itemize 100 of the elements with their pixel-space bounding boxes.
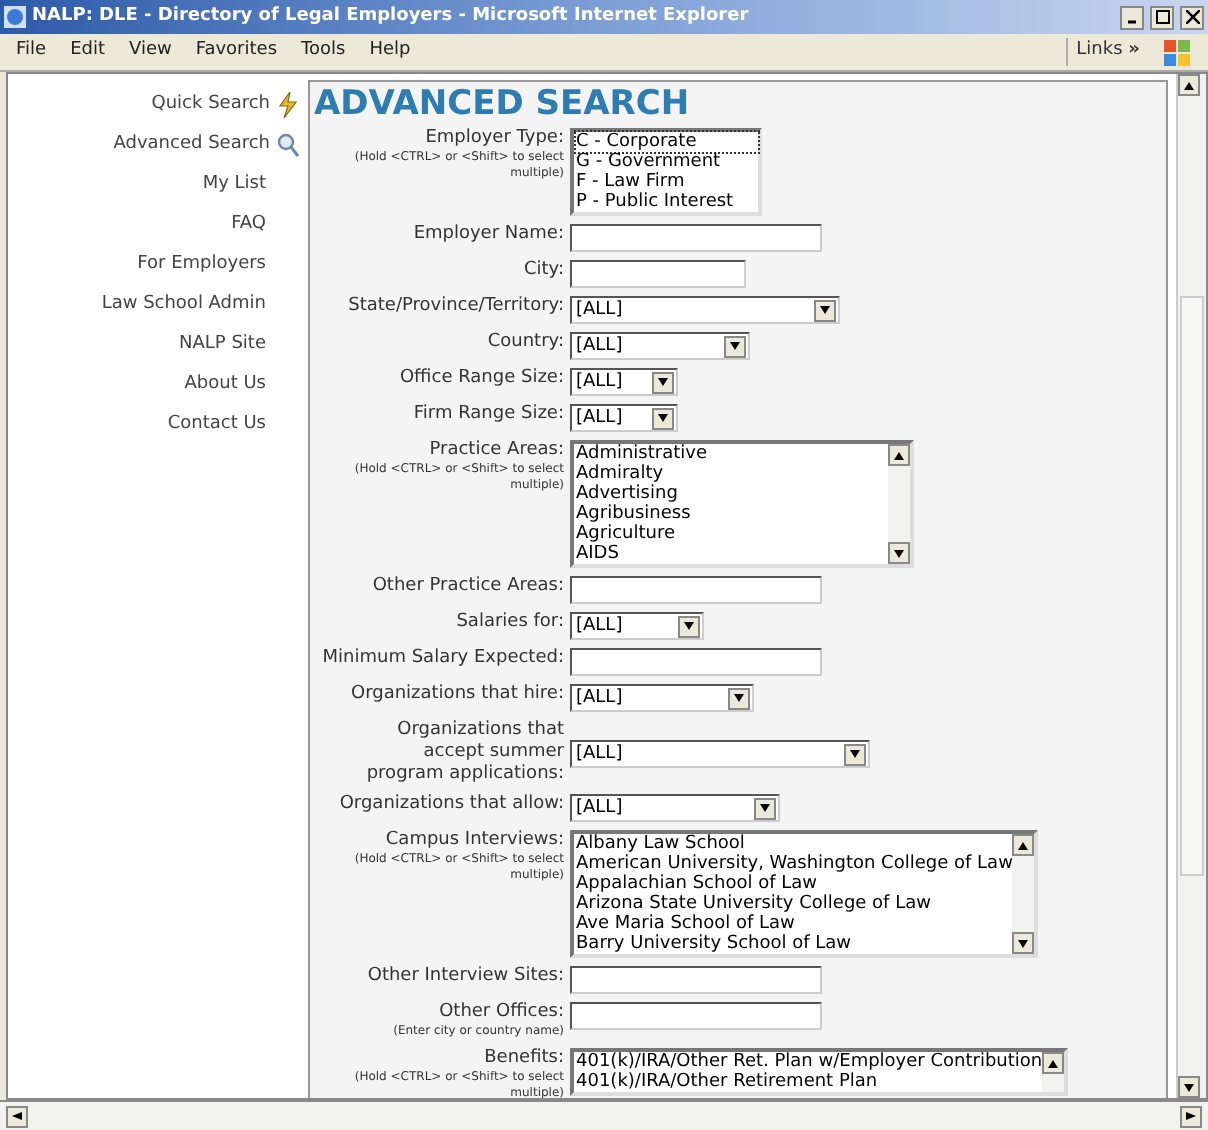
- scroll-arrow-button[interactable]: [652, 371, 674, 393]
- links-button[interactable]: Links »: [1066, 38, 1140, 66]
- list-option[interactable]: Agribusiness: [576, 504, 888, 524]
- scroll-arrow-button[interactable]: [678, 615, 700, 637]
- maximize-button[interactable]: [1150, 5, 1174, 29]
- sidebar-link[interactable]: FAQ: [231, 214, 300, 236]
- sidebar-link[interactable]: Quick Search: [151, 94, 300, 116]
- dropdown-field[interactable]: [ALL]: [570, 612, 704, 640]
- list-option[interactable]: Barry University School of Law: [576, 934, 1013, 954]
- menu-item[interactable]: Tools: [301, 38, 346, 66]
- sidebar-link[interactable]: About Us: [184, 374, 300, 396]
- menu-item[interactable]: File: [16, 38, 47, 66]
- sidebar-link[interactable]: Contact Us: [167, 414, 300, 436]
- menu-item[interactable]: Edit: [70, 38, 105, 66]
- list-box[interactable]: Albany Law School American University, Washington College of Law Appalachian School of Law Arizona State University College of Law Ave Maria School of Law Barry University School of Law: [570, 830, 1039, 958]
- text-input-field[interactable]: [570, 224, 822, 252]
- scroll-arrow-button[interactable]: [888, 542, 910, 564]
- right-arrow-icon: [1186, 1112, 1196, 1120]
- text-input-field[interactable]: [570, 260, 746, 288]
- sidebar-link[interactable]: My List: [202, 174, 300, 196]
- lightning-icon: [276, 92, 300, 118]
- list-option[interactable]: Albany Law School: [576, 834, 1013, 854]
- dropdown-field[interactable]: [ALL]: [570, 794, 780, 822]
- scroll-arrow-button[interactable]: [6, 1105, 28, 1127]
- scroll-arrow-button[interactable]: [844, 743, 866, 765]
- list-option[interactable]: Appalachian School of Law: [576, 874, 1013, 894]
- menu-item[interactable]: View: [129, 38, 172, 66]
- field-label: Other Practice Areas:: [372, 576, 564, 598]
- field-label: Minimum Salary Expected:: [322, 648, 564, 670]
- dropdown-field[interactable]: [ALL]: [570, 296, 840, 324]
- sidebar-link[interactable]: Law School Admin: [101, 294, 300, 316]
- horizontal-scrollbar[interactable]: [0, 1100, 1208, 1130]
- scroll-arrow-button[interactable]: [1012, 834, 1035, 856]
- dropdown-field[interactable]: [ALL]: [570, 684, 754, 712]
- list-box[interactable]: Administrative Admiralty Advertising Agribusiness Agriculture AIDS: [570, 440, 914, 568]
- close-icon: [1185, 10, 1199, 24]
- list-scrollbar[interactable]: [1042, 1052, 1065, 1092]
- list-scrollbar[interactable]: [1012, 834, 1035, 954]
- list-option[interactable]: Arizona State University College of Law: [576, 894, 1013, 914]
- scroll-arrow-button[interactable]: [728, 687, 750, 709]
- scroll-arrow-button[interactable]: [888, 444, 910, 466]
- list-option[interactable]: C - Corporate: [576, 132, 758, 152]
- list-option[interactable]: G - Government: [576, 152, 758, 172]
- dropdown-field[interactable]: [ALL]: [570, 404, 678, 432]
- scroll-arrow-button[interactable]: [652, 407, 674, 429]
- scroll-arrow-button[interactable]: [1042, 1052, 1065, 1074]
- text-input-field[interactable]: [570, 1002, 822, 1030]
- scroll-arrow-button[interactable]: [1178, 1076, 1200, 1098]
- scroll-arrow-button[interactable]: [1178, 74, 1200, 96]
- list-option[interactable]: Ave Maria School of Law: [576, 914, 1013, 934]
- dropdown-value: [ALL]: [576, 745, 623, 763]
- dropdown-field[interactable]: [ALL]: [570, 332, 750, 360]
- menu-item[interactable]: Help: [369, 38, 411, 66]
- down-arrow-icon: [760, 804, 770, 812]
- list-option[interactable]: 401(k)/IRA/Other Ret. Plan w/Employer Contribution: [576, 1052, 1043, 1072]
- list-option[interactable]: F - Law Firm: [576, 172, 758, 192]
- list-option[interactable]: Admiralty: [576, 464, 888, 484]
- sidebar-link[interactable]: Advanced Search: [113, 134, 300, 156]
- up-arrow-icon: [1048, 1059, 1059, 1067]
- scroll-arrow-button[interactable]: [814, 299, 836, 321]
- windows-logo-icon: [1164, 39, 1192, 65]
- list-option[interactable]: Administrative: [576, 444, 888, 464]
- list-box[interactable]: C - Corporate G - Government F - Law Firm P - Public Interest: [570, 128, 762, 216]
- scrollbar-thumb[interactable]: [1180, 296, 1204, 876]
- close-button[interactable]: [1180, 5, 1204, 29]
- list-scrollbar[interactable]: [888, 444, 910, 564]
- list-box[interactable]: 401(k)/IRA/Other Ret. Plan w/Employer Contribution 401(k)/IRA/Other Retirement Plan: [570, 1048, 1069, 1096]
- field-label: Organizations that allow:: [339, 794, 564, 816]
- dropdown-field[interactable]: [ALL]: [570, 368, 678, 396]
- list-option[interactable]: Advertising: [576, 484, 888, 504]
- list-option[interactable]: American University, Washington College of Law: [576, 854, 1013, 874]
- field-label: Benefits:: [484, 1048, 564, 1070]
- list-option[interactable]: AIDS: [576, 544, 888, 564]
- text-input-field[interactable]: [570, 648, 822, 676]
- field-label: Organizations that accept summer program applications:: [364, 720, 564, 786]
- scroll-arrow-button[interactable]: [1180, 1105, 1202, 1127]
- sidebar-link[interactable]: For Employers: [137, 254, 300, 276]
- menu-item[interactable]: Favorites: [195, 38, 278, 66]
- text-input-field[interactable]: [570, 576, 822, 604]
- list-option[interactable]: 401(k)/IRA/Other Retirement Plan: [576, 1072, 1043, 1092]
- left-arrow-icon: [12, 1112, 22, 1120]
- scroll-arrow-button[interactable]: [754, 797, 776, 819]
- sidebar-link[interactable]: NALP Site: [179, 334, 300, 356]
- dropdown-value: [ALL]: [576, 337, 623, 355]
- down-arrow-icon: [658, 378, 668, 386]
- text-input-field[interactable]: [570, 966, 822, 994]
- down-arrow-icon: [1018, 939, 1029, 947]
- scroll-arrow-button[interactable]: [1012, 932, 1035, 954]
- page-heading: ADVANCED SEARCH: [312, 84, 692, 124]
- field-label: Salaries for:: [456, 612, 564, 634]
- field-label: Organizations that hire:: [350, 684, 564, 706]
- list-option[interactable]: P - Public Interest: [576, 192, 758, 212]
- scroll-arrow-button[interactable]: [724, 335, 746, 357]
- up-arrow-icon: [1184, 81, 1194, 89]
- down-arrow-icon: [1184, 1083, 1194, 1091]
- vertical-scrollbar[interactable]: [1176, 74, 1206, 1098]
- dropdown-field[interactable]: [ALL]: [570, 740, 870, 768]
- list-option[interactable]: Agriculture: [576, 524, 888, 544]
- field-label: City:: [523, 260, 564, 282]
- minimize-button[interactable]: [1120, 5, 1144, 29]
